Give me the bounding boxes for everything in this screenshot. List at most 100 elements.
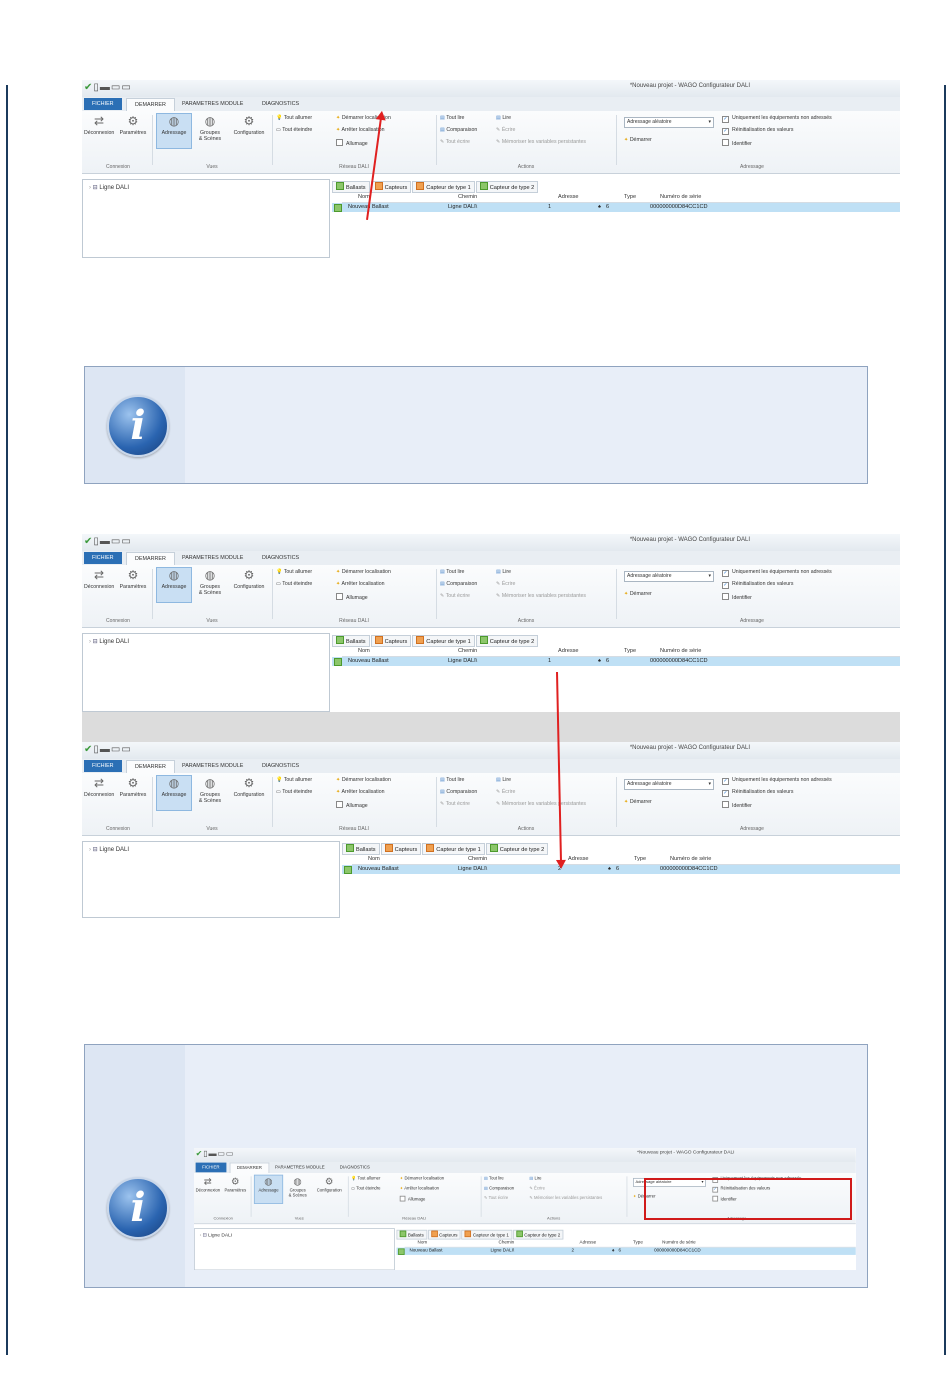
comparaison-button[interactable]: ▤ Comparaison xyxy=(440,789,477,796)
col-type[interactable]: Type xyxy=(624,648,636,654)
tab-ballasts[interactable]: Ballasts xyxy=(332,181,370,193)
deconnexion-button[interactable]: ⇄ Déconnexion xyxy=(84,776,114,798)
tout-ecrire-button[interactable]: ✎ Tout écrire xyxy=(484,1196,508,1202)
ecrire-button[interactable]: ✎ Écrire xyxy=(496,127,515,134)
adressage-view-button[interactable]: ◍ Adressage xyxy=(253,1174,284,1204)
tab-diagnostics[interactable]: DIAGNOSTICS xyxy=(333,1163,376,1173)
identifier-checkbox[interactable]: Identifier xyxy=(722,801,752,810)
allumage-checkbox[interactable]: Allumage xyxy=(336,801,368,810)
lire-button[interactable]: ▤ Lire xyxy=(496,569,511,576)
tab-fichier[interactable]: FICHIER xyxy=(84,760,122,772)
parametres-button[interactable]: ⚙ Paramètres xyxy=(118,114,148,136)
table-row[interactable]: Nouveau Ballast Ligne DALI\ 1 ♠ 6 000000… xyxy=(332,203,900,212)
tout-ecrire-button[interactable]: ✎ Tout écrire xyxy=(440,593,470,600)
tree-item-ligne-dali[interactable]: › ⊟ Ligne DALI xyxy=(200,1232,232,1238)
non-adresses-checkbox[interactable]: ✓ Uniquement les équipements non adressés xyxy=(722,569,832,577)
allumage-checkbox[interactable]: Allumage xyxy=(336,139,368,148)
groupes-scenes-button[interactable]: ◍ Groupes & Scènes xyxy=(194,568,226,596)
comparaison-button[interactable]: ▤ Comparaison xyxy=(440,127,477,134)
reinit-checkbox[interactable]: ✓ Réinitialisation des valeurs xyxy=(722,789,793,797)
tout-lire-button[interactable]: ▤ Tout lire xyxy=(484,1176,504,1182)
adressage-mode-select[interactable]: Adressage aléatoire ▾ xyxy=(624,117,714,128)
tab-fichier[interactable]: FICHIER xyxy=(84,552,122,564)
tab-capteur-type-2[interactable]: Capteur de type 2 xyxy=(485,843,549,855)
tree-item-ligne-dali[interactable]: › ⊟ Ligne DALI xyxy=(89,846,129,853)
col-chemin[interactable]: Chemin xyxy=(458,648,477,654)
tab-capteurs[interactable]: Capteurs xyxy=(370,635,412,647)
configuration-button[interactable]: ⚙ Configuration xyxy=(230,114,268,136)
tab-diagnostics[interactable]: DIAGNOSTICS xyxy=(254,552,307,564)
reinit-checkbox[interactable]: ✓ Réinitialisation des valeurs xyxy=(722,127,793,135)
tab-capteur-type-1[interactable]: Capteur de type 1 xyxy=(461,1229,513,1240)
tab-capteur-type-1[interactable]: Capteur de type 1 xyxy=(412,635,475,647)
allumage-checkbox[interactable]: Allumage xyxy=(336,593,368,602)
tree-item-ligne-dali[interactable]: › ⊟ Ligne DALI xyxy=(89,184,129,191)
demarrer-localisation-button[interactable]: ✦ Démarrer localisation xyxy=(336,777,391,784)
tab-capteur-type-2[interactable]: Capteur de type 2 xyxy=(475,181,539,193)
tout-allumer-button[interactable]: 💡 Tout allumer xyxy=(276,569,312,576)
parametres-button[interactable]: ⚙ Paramètres xyxy=(118,568,148,590)
adressage-mode-select[interactable]: Adressage aléatoire ▾ xyxy=(624,571,714,582)
demarrer-adressage-button[interactable]: ✦ Démarrer xyxy=(624,591,652,598)
parametres-button[interactable]: ⚙ Paramètres xyxy=(223,1176,247,1194)
lire-button[interactable]: ▤ Lire xyxy=(496,115,511,122)
arreter-localisation-button[interactable]: ✦ Arrêter localisation xyxy=(336,581,384,588)
tout-allumer-button[interactable]: 💡 Tout allumer xyxy=(351,1176,380,1182)
tab-capteur-type-2[interactable]: Capteur de type 2 xyxy=(512,1229,564,1240)
tab-demarrer[interactable]: DEMARRER xyxy=(126,98,175,111)
tout-allumer-button[interactable]: 💡 Tout allumer xyxy=(276,115,312,122)
ecrire-button[interactable]: ✎ Écrire xyxy=(529,1186,545,1192)
tab-capteur-type-1[interactable]: Capteur de type 1 xyxy=(422,843,485,855)
demarrer-adressage-button[interactable]: ✦ Démarrer xyxy=(624,799,652,806)
col-nom[interactable]: Nom xyxy=(418,1240,428,1245)
tout-eteindre-button[interactable]: ▭ Tout éteindre xyxy=(276,127,312,134)
memoriser-button[interactable]: ✎ Mémoriser les variables persistantes xyxy=(529,1196,602,1202)
arreter-localisation-button[interactable]: ✦ Arrêter localisation xyxy=(336,789,384,796)
adressage-view-button[interactable]: ◍ Adressage xyxy=(156,113,192,149)
deconnexion-button[interactable]: ⇄ Déconnexion xyxy=(84,568,114,590)
col-serie[interactable]: Numéro de série xyxy=(660,648,701,654)
demarrer-localisation-button[interactable]: ✦ Démarrer localisation xyxy=(336,569,391,576)
tout-eteindre-button[interactable]: ▭ Tout éteindre xyxy=(351,1186,380,1192)
col-chemin[interactable]: Chemin xyxy=(499,1240,515,1245)
col-type[interactable]: Type xyxy=(633,1240,643,1245)
memoriser-button[interactable]: ✎ Mémoriser les variables persistantes xyxy=(496,139,586,146)
tab-demarrer[interactable]: DEMARRER xyxy=(126,760,175,773)
tab-fichier[interactable]: FICHIER xyxy=(195,1162,227,1173)
non-adresses-checkbox[interactable]: ✓ Uniquement les équipements non adressés xyxy=(722,777,832,785)
tab-parametres-module[interactable]: PARAMETRES MODULE xyxy=(174,98,251,110)
col-adresse[interactable]: Adresse xyxy=(580,1240,597,1245)
tout-lire-button[interactable]: ▤ Tout lire xyxy=(440,115,464,122)
parametres-button[interactable]: ⚙ Paramètres xyxy=(118,776,148,798)
tout-lire-button[interactable]: ▤ Tout lire xyxy=(440,569,464,576)
groupes-scenes-button[interactable]: ◍ Groupes & Scènes xyxy=(285,1176,311,1199)
tab-capteur-type-1[interactable]: Capteur de type 1 xyxy=(412,181,475,193)
col-serie[interactable]: Numéro de série xyxy=(660,194,701,200)
deconnexion-button[interactable]: ⇄ Déconnexion xyxy=(196,1176,221,1194)
configuration-button[interactable]: ⚙ Configuration xyxy=(230,568,268,590)
tab-ballasts[interactable]: Ballasts xyxy=(396,1229,427,1240)
tab-demarrer[interactable]: DEMARRER xyxy=(229,1162,270,1174)
col-chemin[interactable]: Chemin xyxy=(468,856,487,862)
tab-capteurs[interactable]: Capteurs xyxy=(370,181,412,193)
table-row[interactable]: Nouveau Ballast Ligne DALI\ 1 ♠ 6 000000… xyxy=(332,657,900,666)
tout-eteindre-button[interactable]: ▭ Tout éteindre xyxy=(276,789,312,796)
col-nom[interactable]: Nom xyxy=(368,856,380,862)
table-row[interactable]: Nouveau Ballast Ligne DALI\ 2 ♠ 6 000000… xyxy=(396,1247,856,1255)
tab-parametres-module[interactable]: PARAMETRES MODULE xyxy=(174,760,251,772)
non-adresses-checkbox[interactable]: ✓ Uniquement les équipements non adressés xyxy=(722,115,832,123)
col-type[interactable]: Type xyxy=(624,194,636,200)
configuration-button[interactable]: ⚙ Configuration xyxy=(230,776,268,798)
tab-diagnostics[interactable]: DIAGNOSTICS xyxy=(254,98,307,110)
identifier-checkbox[interactable]: Identifier xyxy=(722,593,752,602)
ecrire-button[interactable]: ✎ Écrire xyxy=(496,789,515,796)
comparaison-button[interactable]: ▤ Comparaison xyxy=(484,1186,514,1192)
col-adresse[interactable]: Adresse xyxy=(558,648,579,654)
tout-ecrire-button[interactable]: ✎ Tout écrire xyxy=(440,139,470,146)
col-serie[interactable]: Numéro de série xyxy=(662,1240,696,1245)
identifier-checkbox[interactable]: Identifier xyxy=(722,139,752,148)
reinit-checkbox[interactable]: ✓ Réinitialisation des valeurs xyxy=(722,581,793,589)
ecrire-button[interactable]: ✎ Écrire xyxy=(496,581,515,588)
adressage-view-button[interactable]: ◍ Adressage xyxy=(156,775,192,811)
arreter-localisation-button[interactable]: ✦ Arrêter localisation xyxy=(400,1186,439,1192)
